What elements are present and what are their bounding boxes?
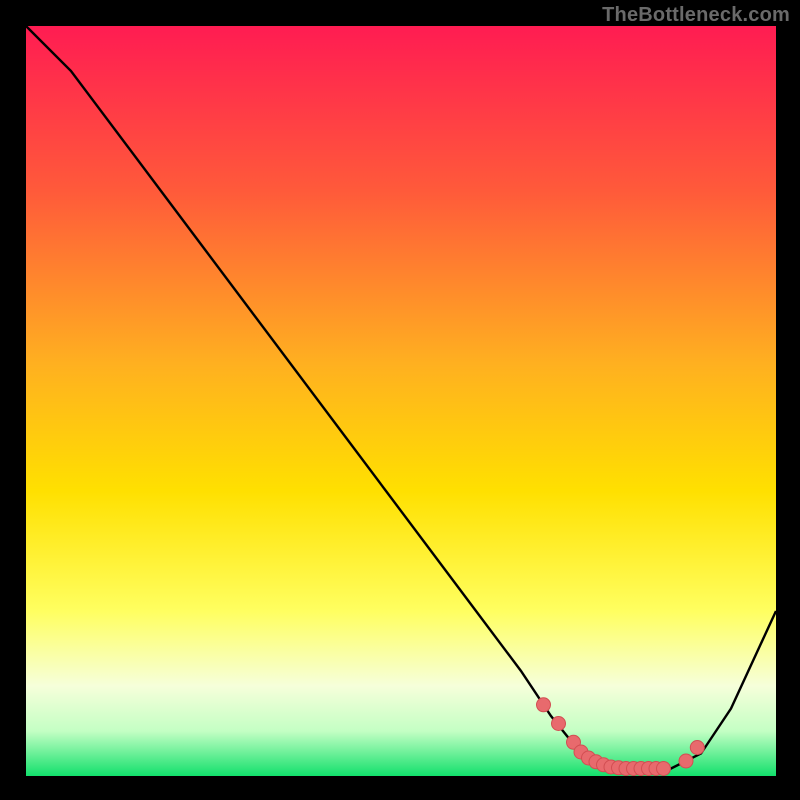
optimal-marker — [552, 717, 566, 731]
chart-plot — [26, 26, 776, 776]
optimal-marker — [679, 754, 693, 768]
optimal-marker — [657, 762, 671, 776]
optimal-marker — [537, 698, 551, 712]
watermark: TheBottleneck.com — [602, 4, 790, 27]
chart-svg — [26, 26, 776, 776]
chart-stage: TheBottleneck.com — [0, 0, 800, 800]
optimal-marker — [690, 741, 704, 755]
heat-background — [26, 26, 776, 776]
